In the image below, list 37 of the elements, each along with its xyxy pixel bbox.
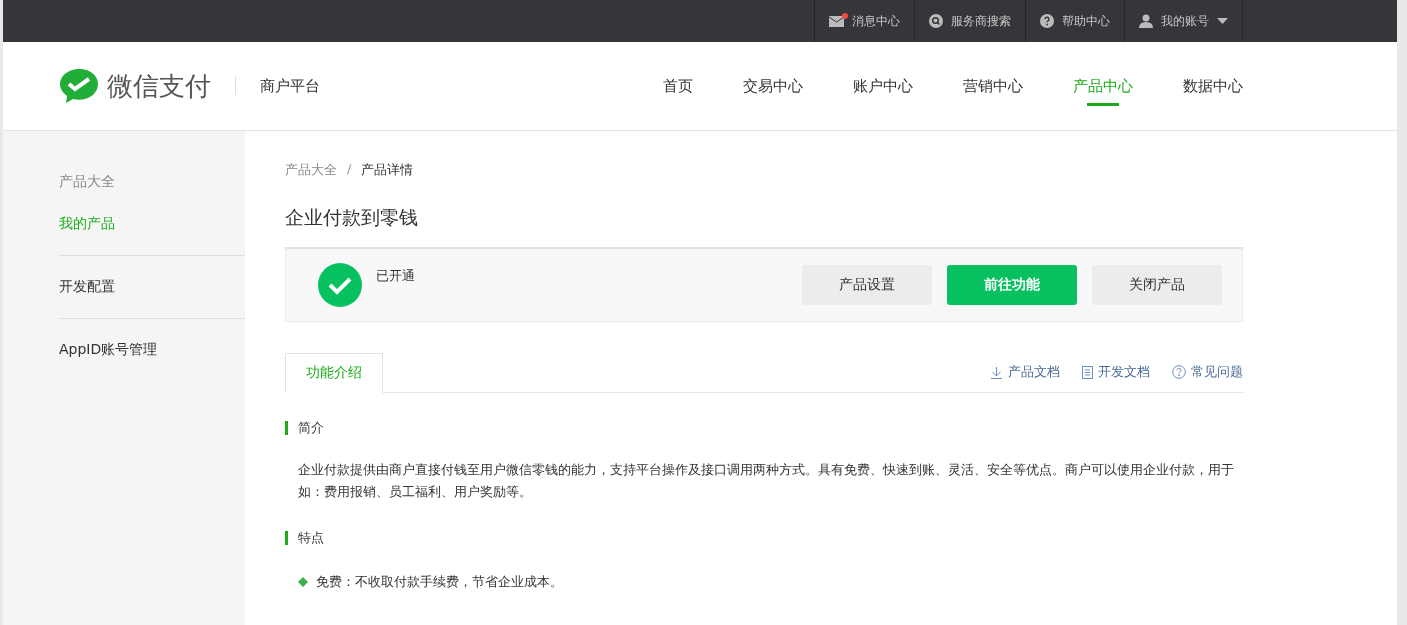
nav-item[interactable]: 数据中心 (1183, 42, 1243, 130)
doc-link[interactable]: 开发文档 (1082, 363, 1150, 381)
sidebar-item[interactable]: AppID账号管理 (59, 329, 245, 371)
page-title: 企业付款到零钱 (285, 205, 419, 230)
logo-icon (59, 68, 99, 104)
brand-name: 微信支付 (107, 69, 211, 103)
help-icon (1040, 14, 1054, 28)
action-button[interactable]: 关闭产品 (1092, 265, 1222, 305)
section-paragraph: 企业付款提供由商户直接付钱至用户微信零钱的能力，支持平台操作及接口调用两种方式。具有免费、快速到账、灵活、安全等优点。商户可以使用企业付款，用于如：费用报销、员工福利、用户奖励等。 (298, 461, 1235, 501)
question-icon (1172, 365, 1186, 379)
top-bar-link[interactable]: 服务商搜索 (914, 0, 1025, 42)
caret-icon (1217, 18, 1228, 24)
envelope-icon (829, 15, 844, 27)
doc-link[interactable]: 常见问题 (1172, 363, 1243, 381)
top-bar-link[interactable]: 消息中心 (814, 0, 914, 42)
sidebar-item[interactable]: 开发配置 (59, 266, 245, 308)
breadcrumb-item: 产品详情 (361, 161, 414, 179)
feature-text: 免费：不收取付款手续费，节省企业成本。 (316, 573, 563, 591)
breadcrumb-item[interactable]: 产品大全 (285, 161, 337, 179)
status-text: 已开通 (376, 267, 415, 285)
nav-item[interactable]: 首页 (663, 42, 693, 130)
breadcrumb-separator: / (347, 161, 352, 178)
user-icon (1139, 14, 1153, 28)
section-heading: 简介 (285, 421, 1243, 435)
section-heading: 特点 (285, 531, 1243, 545)
document-icon (1082, 365, 1093, 379)
top-bar-link[interactable]: 我的账号 (1124, 0, 1243, 42)
nav-item[interactable]: 账户中心 (853, 42, 913, 130)
action-button[interactable]: 产品设置 (802, 265, 932, 305)
doc-link[interactable]: 产品文档 (990, 363, 1060, 381)
platform-name: 商户平台 (260, 76, 320, 96)
diamond-icon (298, 577, 308, 587)
search-icon (929, 14, 943, 28)
nav-item[interactable]: 营销中心 (963, 42, 1023, 130)
download-icon (990, 365, 1003, 379)
top-bar-link[interactable]: 帮助中心 (1025, 0, 1124, 42)
nav-item[interactable]: 交易中心 (743, 42, 803, 130)
